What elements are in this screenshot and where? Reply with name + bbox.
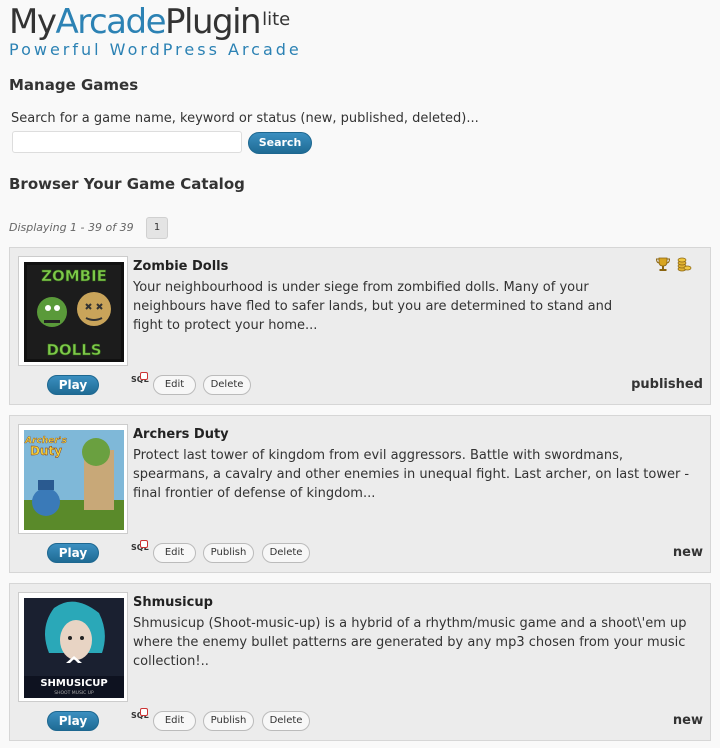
sql-icon[interactable]: SQL <box>131 372 149 384</box>
shmusicup-thumbnail: SHMUSICUP SHOOT MUSIC UP <box>24 598 124 698</box>
logo-lite-label: lite <box>262 9 291 30</box>
svg-text:SHMUSICUP: SHMUSICUP <box>40 678 107 689</box>
svg-text:Duty: Duty <box>30 444 62 458</box>
logo-tagline: Powerful WordPress Arcade <box>9 40 302 59</box>
zombie-dolls-thumbnail: ZOMBIE DOLLS <box>24 262 124 362</box>
trophy-icon[interactable] <box>655 256 671 272</box>
publish-button[interactable]: Publish <box>203 543 254 563</box>
edit-button[interactable]: Edit <box>153 375 196 395</box>
game-thumbnail[interactable]: SHMUSICUP SHOOT MUSIC UP <box>18 592 128 702</box>
game-description: Your neighbourhood is under siege from z… <box>133 280 613 333</box>
search-button[interactable]: Search <box>248 132 312 154</box>
status-label: published <box>631 377 703 392</box>
plugin-logo: MyArcadePlugin lite Powerful WordPress Ar… <box>9 2 302 59</box>
game-description: Protect last tower of kingdom from evil … <box>133 448 690 501</box>
svg-text:DOLLS: DOLLS <box>46 341 101 359</box>
sql-icon[interactable]: SQL <box>131 540 149 552</box>
delete-button[interactable]: Delete <box>262 543 310 563</box>
manage-games-heading: Manage Games <box>9 76 139 94</box>
pagination-info: Displaying 1 - 39 of 39 <box>9 221 134 234</box>
game-thumbnail[interactable]: Archer's Duty <box>18 424 128 534</box>
svg-text:ZOMBIE: ZOMBIE <box>41 267 107 285</box>
catalog-heading: Browser Your Game Catalog <box>9 175 245 193</box>
game-card: ZOMBIE DOLLS Zombie Dolls Your neighbour… <box>9 247 711 405</box>
logo-wordmark: MyArcadePlugin lite <box>9 2 291 42</box>
sql-icon[interactable]: SQL <box>131 708 149 720</box>
delete-button[interactable]: Delete <box>262 711 310 731</box>
search-label: Search for a game name, keyword or statu… <box>11 111 479 126</box>
search-input[interactable] <box>12 131 242 153</box>
status-label: new <box>672 713 703 728</box>
publish-button[interactable]: Publish <box>203 711 254 731</box>
archers-duty-thumbnail: Archer's Duty <box>24 430 124 530</box>
game-card: SHMUSICUP SHOOT MUSIC UP Shmusicup Shmus… <box>9 583 711 741</box>
edit-button[interactable]: Edit <box>153 543 196 563</box>
game-description: Shmusicup (Shoot-music-up) is a hybrid o… <box>133 616 687 669</box>
play-button[interactable]: Play <box>47 375 99 395</box>
coins-icon[interactable] <box>676 256 692 272</box>
status-label: new <box>672 545 703 560</box>
play-button[interactable]: Play <box>47 711 99 731</box>
game-title: Zombie Dolls <box>133 259 229 274</box>
game-thumbnail[interactable]: ZOMBIE DOLLS <box>18 256 128 366</box>
page-link-1[interactable]: 1 <box>146 217 168 239</box>
game-title: Shmusicup <box>133 595 213 610</box>
delete-button[interactable]: Delete <box>203 375 251 395</box>
edit-button[interactable]: Edit <box>153 711 196 731</box>
game-card: Archer's Duty Archers Duty Protect last … <box>9 415 711 573</box>
play-button[interactable]: Play <box>47 543 99 563</box>
game-title: Archers Duty <box>133 427 229 442</box>
svg-text:SHOOT MUSIC UP: SHOOT MUSIC UP <box>54 690 94 696</box>
